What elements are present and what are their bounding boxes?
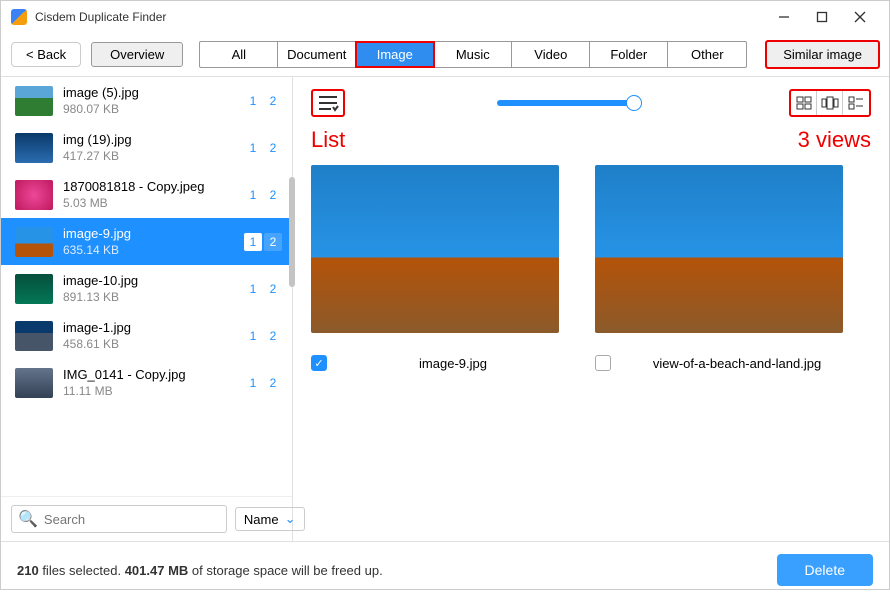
tab-document[interactable]: Document: [278, 42, 356, 67]
file-list: image (5).jpg980.07 KB12img (19).jpg417.…: [1, 77, 292, 496]
select-checkbox[interactable]: ✓: [311, 355, 327, 371]
tab-folder[interactable]: Folder: [590, 42, 668, 67]
count-badge: 1: [244, 374, 262, 392]
zoom-slider[interactable]: [497, 100, 637, 106]
preview-filename: image-9.jpg: [347, 356, 559, 371]
search-input[interactable]: [44, 512, 220, 527]
search-box[interactable]: 🔍: [11, 505, 227, 533]
list-mode-button[interactable]: [311, 89, 345, 117]
thumbnail: [15, 227, 53, 257]
count-badge: 1: [244, 186, 262, 204]
category-tabs: AllDocumentImageMusicVideoFolderOther: [199, 41, 747, 68]
view-switcher: [789, 89, 871, 117]
close-button[interactable]: [841, 3, 879, 31]
file-size: 635.14 KB: [63, 243, 234, 257]
preview-image[interactable]: [595, 165, 843, 333]
count-badge: 1: [244, 233, 262, 251]
preview-filename: view-of-a-beach-and-land.jpg: [631, 356, 843, 371]
search-icon: 🔍: [18, 509, 38, 529]
count-badge: 2: [264, 233, 282, 251]
count-badge: 2: [264, 139, 282, 157]
thumbnail: [15, 321, 53, 351]
file-size: 891.13 KB: [63, 290, 234, 304]
list-item[interactable]: IMG_0141 - Copy.jpg 11.11 MB 12: [1, 359, 292, 406]
file-name: IMG_0141 - Copy.jpg: [63, 367, 234, 382]
select-checkbox[interactable]: [595, 355, 611, 371]
count-badge: 2: [264, 186, 282, 204]
minimize-button[interactable]: [765, 3, 803, 31]
file-name: image-10.jpg: [63, 273, 234, 288]
tab-music[interactable]: Music: [434, 42, 512, 67]
file-size: 5.03 MB: [63, 196, 234, 210]
thumbnail: [15, 133, 53, 163]
list-item[interactable]: image (5).jpg 980.07 KB 12: [1, 77, 292, 124]
app-icon: [11, 9, 27, 25]
thumbnail: [15, 368, 53, 398]
file-size: 417.27 KB: [63, 149, 234, 163]
count-badge: 2: [264, 280, 282, 298]
list-item[interactable]: image-1.jpg 458.61 KB 12: [1, 312, 292, 359]
freed-size: 401.47 MB: [125, 563, 189, 578]
file-size: 458.61 KB: [63, 337, 234, 351]
file-name: image-1.jpg: [63, 320, 234, 335]
tab-all[interactable]: All: [200, 42, 278, 67]
file-name: img (19).jpg: [63, 132, 234, 147]
preview-item: view-of-a-beach-and-land.jpg: [595, 165, 843, 371]
tab-image[interactable]: Image: [356, 42, 434, 67]
tab-video[interactable]: Video: [512, 42, 590, 67]
similar-image-button[interactable]: Similar image: [766, 41, 879, 68]
file-name: image (5).jpg: [63, 85, 234, 100]
thumbnail: [15, 180, 53, 210]
count-badge: 1: [244, 139, 262, 157]
preview-image[interactable]: [311, 165, 559, 333]
selected-count: 210: [17, 563, 39, 578]
preview-item: ✓ image-9.jpg: [311, 165, 559, 371]
grid-view-button[interactable]: [791, 91, 817, 115]
list-item[interactable]: img (19).jpg 417.27 KB 12: [1, 124, 292, 171]
count-badge: 1: [244, 327, 262, 345]
app-title: Cisdem Duplicate Finder: [35, 10, 765, 24]
preview-grid: ✓ image-9.jpg view-of-a-beach-and-land.jpg: [311, 165, 871, 371]
file-size: 11.11 MB: [63, 384, 234, 398]
count-badge: 1: [244, 92, 262, 110]
file-size: 980.07 KB: [63, 102, 234, 116]
file-name: 1870081818 - Copy.jpeg: [63, 179, 234, 194]
file-name: image-9.jpg: [63, 226, 234, 241]
thumbnail: [15, 86, 53, 116]
thumbnail: [15, 274, 53, 304]
count-badge: 2: [264, 92, 282, 110]
slider-knob[interactable]: [626, 95, 642, 111]
back-button[interactable]: < Back: [11, 42, 81, 67]
annotation-list: List: [311, 127, 345, 153]
list-item[interactable]: 1870081818 - Copy.jpeg 5.03 MB 12: [1, 171, 292, 218]
list-item[interactable]: image-9.jpg 635.14 KB 12: [1, 218, 292, 265]
compare-view-button[interactable]: [817, 91, 843, 115]
list-item[interactable]: image-10.jpg 891.13 KB 12: [1, 265, 292, 312]
delete-button[interactable]: Delete: [777, 554, 873, 586]
maximize-button[interactable]: [803, 3, 841, 31]
tab-other[interactable]: Other: [668, 42, 746, 67]
detail-view-button[interactable]: [843, 91, 869, 115]
count-badge: 2: [264, 374, 282, 392]
annotation-views: 3 views: [798, 127, 871, 153]
count-badge: 2: [264, 327, 282, 345]
sort-label: Name: [244, 512, 279, 527]
overview-button[interactable]: Overview: [91, 42, 183, 67]
count-badge: 1: [244, 280, 262, 298]
